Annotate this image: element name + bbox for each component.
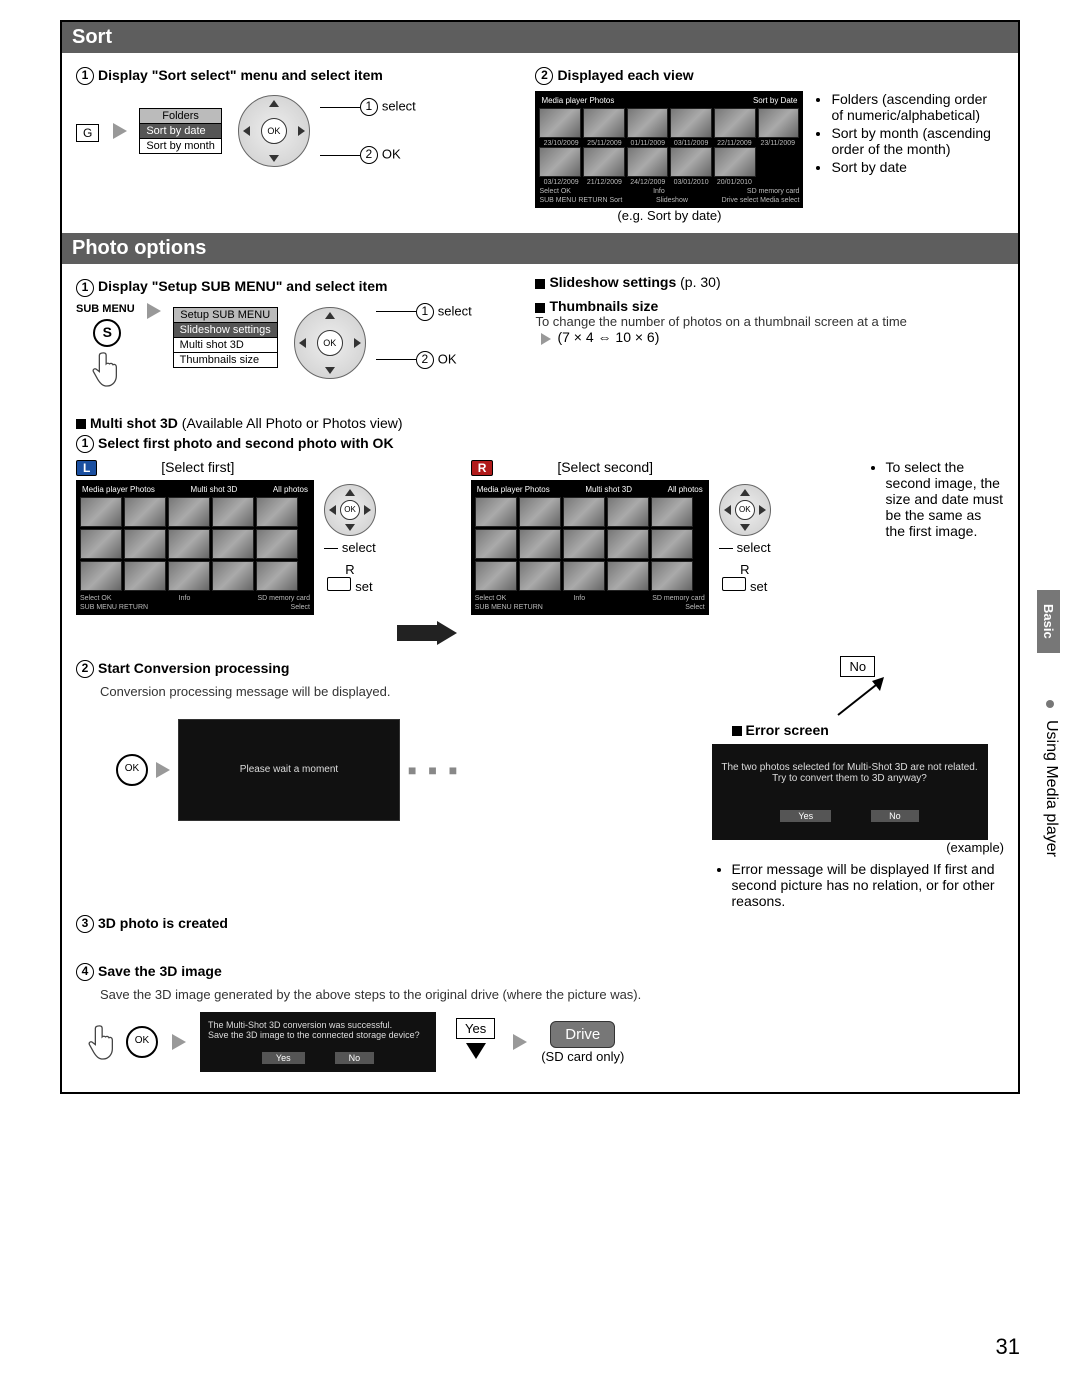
ok-button[interactable]: OK (317, 330, 343, 356)
submenu-title: Setup SUB MENU (173, 307, 278, 323)
sort-example-label: (e.g. Sort by date) (535, 208, 803, 223)
set-label: set (750, 579, 767, 594)
multi-step1: 1Select first photo and second photo wit… (76, 435, 1004, 453)
select-label: select (737, 540, 771, 555)
wait-screen: Please wait a moment (178, 719, 400, 821)
drive-button[interactable]: Drive (550, 1021, 615, 1048)
setup-submenu: Setup SUB MENU Slideshow settings Multi … (173, 307, 278, 368)
r-label: R (345, 562, 354, 577)
no-box: No (840, 656, 875, 677)
select-second-label: [Select second] (557, 459, 653, 475)
set-label: set (355, 579, 372, 594)
thumb-grid-second[interactable]: Media player PhotosMulti shot 3DAll phot… (471, 480, 709, 615)
step4-desc: Save the 3D image generated by the above… (100, 987, 1004, 1002)
error-screen: The two photos selected for Multi-Shot 3… (712, 744, 988, 840)
photo-step1: 1Display "Setup SUB MENU" and select ite… (76, 278, 521, 296)
sort-header: Sort (62, 22, 1018, 53)
s-button[interactable]: S (93, 319, 121, 347)
side-label: Using Media player (1042, 720, 1060, 857)
slideshow-heading: Slideshow settings (p. 30) (535, 274, 999, 290)
select-first-label: [Select first] (161, 459, 234, 475)
second-image-note: To select the second image, the size and… (872, 459, 1004, 539)
arrow-icon (397, 621, 457, 645)
hand-icon (86, 1020, 120, 1064)
dpad-icon[interactable]: OK (719, 484, 771, 536)
sort-menu: Folders Sort by date Sort by month (139, 108, 221, 154)
dots-icon: ■ ■ ■ (408, 762, 461, 778)
select-label: select (382, 99, 416, 114)
r-badge: R (471, 460, 494, 476)
arrow-icon (113, 123, 127, 139)
sort-menu-month[interactable]: Sort by month (139, 139, 221, 154)
side-dot-icon (1046, 700, 1054, 708)
select-label: select (342, 540, 376, 555)
sort-step1: 1Display "Sort select" menu and select i… (76, 67, 521, 85)
thumbnail-grid-sort: Media player PhotosSort by Date 23/10/20… (535, 91, 803, 208)
side-tab-basic: Basic (1037, 590, 1060, 653)
submenu-thumbsize[interactable]: Thumbnails size (173, 353, 278, 368)
save-yes[interactable]: Yes (262, 1052, 305, 1064)
arrow-icon (147, 303, 161, 319)
step2-desc: Conversion processing message will be di… (100, 684, 698, 699)
ok-label: OK (438, 351, 457, 366)
select-label: select (438, 303, 472, 318)
save-no[interactable]: No (335, 1052, 375, 1064)
arrow-icon (172, 1034, 186, 1050)
multi-step3: 33D photo is created (76, 915, 1004, 933)
save-dialog: The Multi-Shot 3D conversion was success… (200, 1012, 436, 1072)
l-badge: L (76, 460, 97, 476)
page-number: 31 (996, 1334, 1020, 1360)
ok-button[interactable]: OK (126, 1026, 158, 1058)
submenu-slideshow[interactable]: Slideshow settings (173, 323, 278, 338)
r-label: R (740, 562, 749, 577)
photo-header: Photo options (62, 233, 1018, 264)
dpad-icon[interactable]: OK (294, 307, 366, 379)
error-yes[interactable]: Yes (780, 810, 831, 822)
sort-step2: 2Displayed each view (535, 67, 999, 85)
error-no[interactable]: No (871, 810, 919, 822)
ok-button[interactable]: OK (340, 500, 360, 520)
multi-step2: 2Start Conversion processing (76, 660, 698, 678)
sub-menu-label: SUB MENU (76, 303, 135, 315)
hand-icon (90, 347, 124, 391)
arrow-down-icon (466, 1043, 486, 1059)
sort-menu-folders[interactable]: Folders (139, 108, 221, 124)
arrow-icon (513, 1034, 527, 1050)
set-button[interactable] (327, 577, 351, 591)
set-button[interactable] (722, 577, 746, 591)
arrow-diagonal-icon (712, 677, 1004, 722)
thumb-heading: Thumbnails size (535, 298, 999, 314)
ok-button[interactable]: OK (116, 754, 148, 786)
sort-menu-date[interactable]: Sort by date (139, 124, 221, 139)
sort-view-list: Folders (ascending order of numeric/alph… (813, 91, 999, 223)
submenu-multishot[interactable]: Multi shot 3D (173, 338, 278, 353)
multi-step4: 4Save the 3D image (76, 963, 1004, 981)
g-button[interactable]: G (76, 124, 99, 142)
error-heading: Error screen (732, 722, 1004, 738)
yes-box: Yes (456, 1018, 495, 1039)
thumb-desc: To change the number of photos on a thum… (535, 314, 999, 329)
error-desc: Error message will be displayed If first… (718, 861, 1004, 909)
multishot-heading: Multi shot 3D (Available All Photo or Ph… (76, 415, 1004, 431)
ok-label: OK (382, 147, 401, 162)
drive-note: (SD card only) (541, 1049, 624, 1064)
thumb-grid-first[interactable]: Media player PhotosMulti shot 3DAll phot… (76, 480, 314, 615)
dpad-icon[interactable]: OK (238, 95, 310, 167)
ok-button[interactable]: OK (735, 500, 755, 520)
arrow-icon (156, 762, 170, 778)
thumb-spec: (7 × 4 ⇔ 10 × 6) (535, 329, 999, 345)
example-label: (example) (712, 840, 1004, 855)
ok-button[interactable]: OK (261, 118, 287, 144)
dpad-icon[interactable]: OK (324, 484, 376, 536)
